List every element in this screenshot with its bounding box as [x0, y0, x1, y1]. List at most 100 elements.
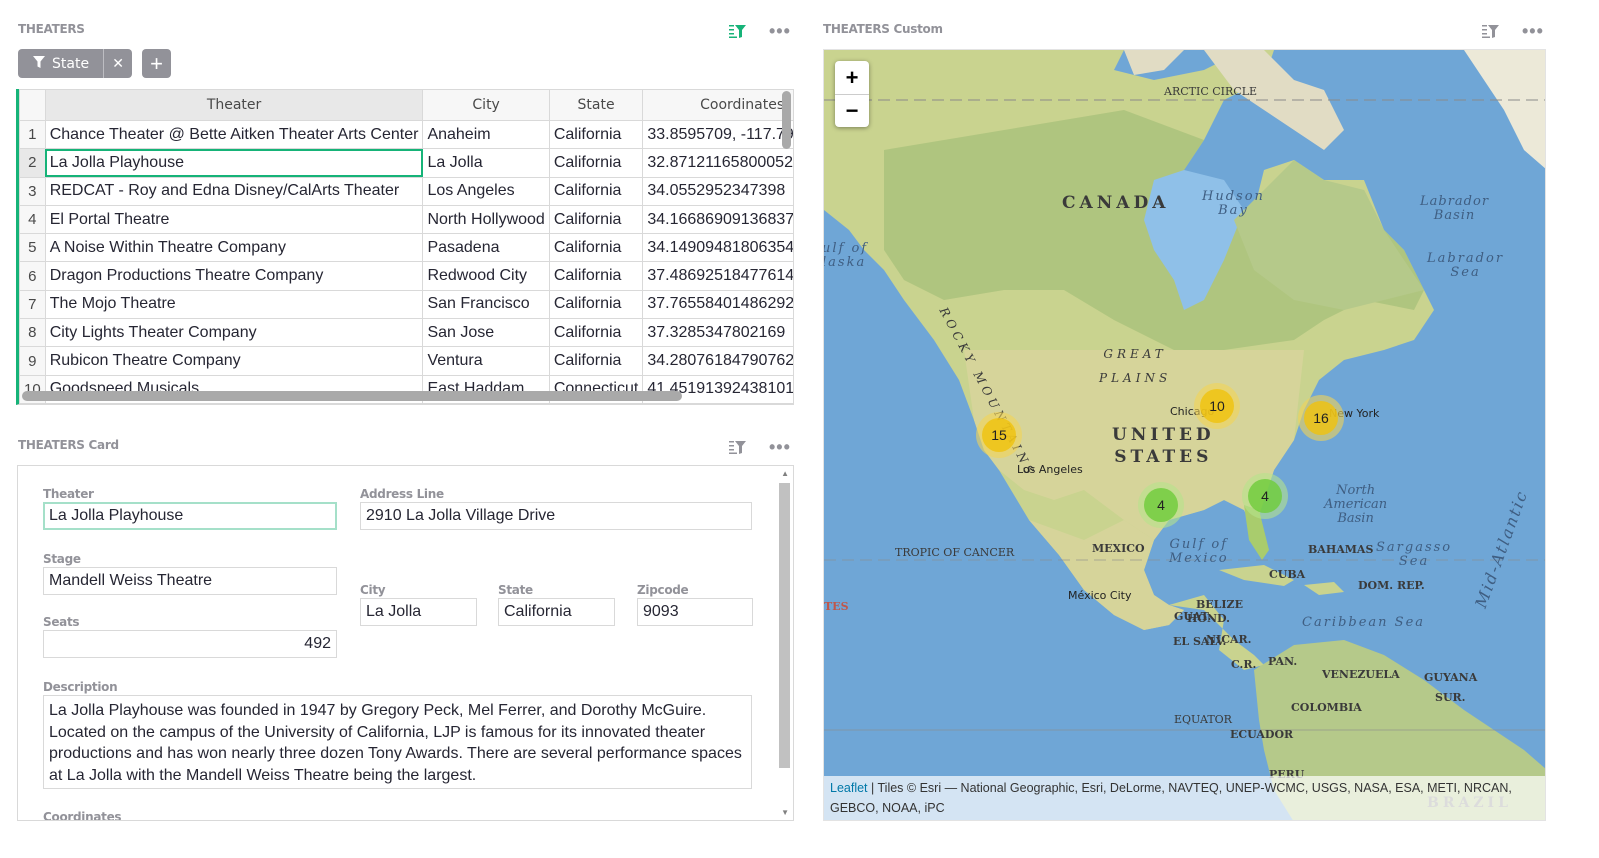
cell-coordinates[interactable]: 33.8595709, -117.79 [642, 119, 793, 150]
sort-filter-icon[interactable] [729, 440, 747, 454]
cell-state[interactable]: California [548, 204, 644, 235]
cell-city[interactable]: San Jose [422, 318, 550, 348]
cell-theater[interactable]: Dragon Productions Theatre Company [44, 261, 424, 291]
cell-city[interactable]: Pasadena [422, 233, 550, 263]
cell-coordinates[interactable]: 34.0552952347398 [642, 176, 793, 206]
map-view[interactable]: ARCTIC CIRCLE CANADA Hudson Bay Labrador… [823, 49, 1546, 821]
map-label-los-angeles: Los Angeles [1017, 463, 1083, 476]
map-cluster-marker[interactable]: 4 [1138, 482, 1184, 528]
map-cluster-marker[interactable]: 4 [1242, 473, 1288, 519]
field-description[interactable]: La Jolla Playhouse was founded in 1947 b… [43, 695, 752, 789]
grid-horizontal-scrollbar[interactable] [22, 391, 682, 401]
map-label-suriname: SUR. [1435, 691, 1466, 704]
cell-city[interactable]: Redwood City [422, 261, 550, 291]
field-zipcode[interactable]: 9093 [637, 598, 753, 626]
cell-coordinates[interactable]: 34.28076184790762 [642, 346, 793, 376]
map-label-panama: PAN. [1268, 655, 1298, 668]
cell-theater[interactable]: Rubicon Theatre Company [44, 346, 424, 376]
leaflet-link[interactable]: Leaflet [830, 781, 868, 795]
table-row[interactable]: 7 The Mojo Theatre San Francisco California… [19, 289, 793, 320]
cell-theater[interactable]: Chance Theater @ Bette Aitken Theater Ar… [44, 119, 424, 150]
zoom-out-button[interactable]: − [835, 94, 869, 127]
cell-coordinates[interactable]: 37.48692518477614 [642, 261, 793, 291]
cell-state[interactable]: California [548, 346, 644, 376]
row-number[interactable]: 4 [19, 204, 46, 235]
cell-theater[interactable]: La Jolla Playhouse [44, 148, 424, 178]
map-cluster-marker[interactable]: 16 [1298, 395, 1344, 441]
cell-theater[interactable]: REDCAT - Roy and Edna Disney/CalArts The… [44, 176, 424, 206]
more-options-icon[interactable]: ••• [769, 22, 791, 40]
zoom-in-button[interactable]: + [835, 61, 869, 94]
field-label-theater: Theater [43, 487, 94, 501]
row-number[interactable]: 1 [19, 119, 46, 150]
cell-theater[interactable]: A Noise Within Theatre Company [44, 233, 424, 263]
row-number[interactable]: 8 [19, 318, 46, 348]
column-header-city[interactable]: City [422, 89, 550, 121]
cell-coordinates[interactable]: 37.76558401486292 [642, 289, 793, 320]
field-theater[interactable]: La Jolla Playhouse [43, 502, 337, 530]
field-seats[interactable]: 492 [43, 630, 337, 658]
column-header-state[interactable]: State [548, 89, 644, 121]
field-stage[interactable]: Mandell Weiss Theatre [43, 567, 337, 595]
scroll-down-arrow-icon[interactable]: ▼ [781, 808, 789, 817]
table-row[interactable]: 3 REDCAT - Roy and Edna Disney/CalArts Th… [19, 176, 793, 206]
cell-coordinates[interactable]: 37.3285347802169 [642, 318, 793, 348]
filter-chip-button[interactable]: State [18, 49, 103, 78]
table-row[interactable]: 9 Rubicon Theatre Company Ventura Californi… [19, 346, 793, 376]
sort-filter-icon[interactable] [1482, 24, 1500, 38]
grid-vertical-scrollbar[interactable] [782, 91, 791, 149]
cell-state[interactable]: California [548, 261, 644, 291]
table-row[interactable]: 5A Noise Within Theatre Company Pasadena C… [19, 233, 793, 263]
cell-state[interactable]: California [548, 318, 644, 348]
cell-state[interactable]: California [548, 176, 644, 206]
field-label-seats: Seats [43, 615, 80, 629]
cell-city[interactable]: San Francisco [422, 289, 550, 320]
row-number[interactable]: 2 [19, 148, 46, 178]
cell-coordinates[interactable]: 34.14909481806354 [642, 233, 793, 263]
cell-theater[interactable]: El Portal Theatre [44, 204, 424, 235]
table-row[interactable]: 2 La Jolla Playhouse La Jolla California 32.… [19, 148, 793, 178]
more-options-icon[interactable]: ••• [1522, 22, 1544, 40]
table-row[interactable]: 6 Dragon Productions Theatre Company Redwo… [19, 261, 793, 291]
table-row[interactable]: 8 City Lights Theater Company San Jose Cali… [19, 318, 793, 348]
cell-city[interactable]: Anaheim [422, 119, 550, 150]
map-cluster-marker[interactable]: 10 [1194, 383, 1240, 429]
row-number[interactable]: 6 [19, 261, 46, 291]
remove-filter-button[interactable]: ✕ [103, 49, 132, 78]
cell-city[interactable]: North Hollywood [422, 204, 550, 235]
cell-coordinates[interactable]: 32.87121165800052 [642, 148, 793, 178]
add-filter-button[interactable]: + [142, 49, 172, 78]
row-number[interactable]: 3 [19, 176, 46, 206]
map-cluster-marker[interactable]: 15 [976, 412, 1022, 458]
record-card: Theater La Jolla Playhouse Address Line … [17, 465, 794, 821]
field-address-line[interactable]: 2910 La Jolla Village Drive [360, 502, 752, 530]
column-header-theater[interactable]: Theater [44, 89, 424, 121]
scroll-up-arrow-icon[interactable]: ▲ [781, 469, 789, 478]
cell-state[interactable]: California [548, 233, 644, 263]
cell-state[interactable]: California [548, 119, 644, 150]
cell-city[interactable]: Ventura [422, 346, 550, 376]
cell-state[interactable]: California [548, 289, 644, 320]
table-row[interactable]: 1 Chance Theater @ Bette Aitken Theater A… [19, 119, 793, 150]
cell-theater[interactable]: City Lights Theater Company [44, 318, 424, 348]
field-city[interactable]: La Jolla [360, 598, 477, 626]
card-scrollbar-track[interactable]: ▲ ▼ [777, 466, 793, 820]
map-panel-toolbar: ••• [1482, 22, 1544, 40]
row-number[interactable]: 9 [19, 346, 46, 376]
sort-filter-icon[interactable] [729, 24, 747, 38]
cell-state[interactable]: California [548, 148, 644, 178]
column-header-coordinates[interactable]: Coordinates [642, 89, 793, 121]
more-options-icon[interactable]: ••• [769, 438, 791, 456]
cluster-count: 4 [1144, 488, 1178, 522]
map-label-hudson-bay: Hudson Bay [1202, 189, 1265, 218]
table-row[interactable]: 4 El Portal Theatre North Hollywood Califor… [19, 204, 793, 235]
cell-city[interactable]: La Jolla [422, 148, 550, 178]
field-state[interactable]: California [498, 598, 615, 626]
row-number-header[interactable] [19, 89, 46, 121]
card-scrollbar-thumb[interactable] [779, 483, 790, 768]
row-number[interactable]: 7 [19, 289, 46, 320]
row-number[interactable]: 5 [19, 233, 46, 263]
cell-coordinates[interactable]: 34.16686909136837 [642, 204, 793, 235]
cell-theater[interactable]: The Mojo Theatre [44, 289, 424, 320]
cell-city[interactable]: Los Angeles [422, 176, 550, 206]
